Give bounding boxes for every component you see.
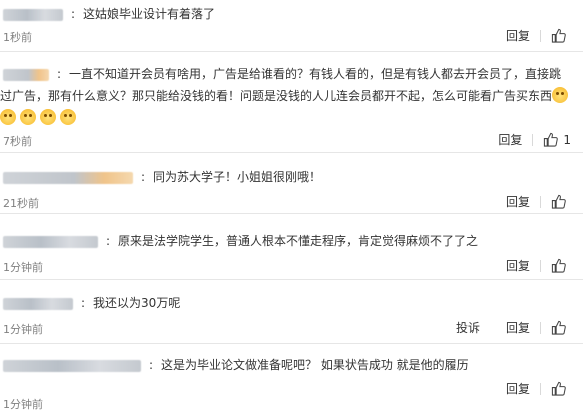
like-button[interactable] (551, 28, 571, 43)
username-blurred[interactable] (3, 297, 73, 310)
reply-button[interactable]: 回复 (506, 380, 530, 397)
laughing-emoji-icon (552, 87, 569, 103)
comment-item: : 同为苏大学子！小姐姐很刚哦！ 21秒前 回复 (0, 158, 583, 214)
action-divider (540, 195, 541, 208)
colon: : (149, 358, 154, 372)
colon: : (57, 67, 62, 81)
comment-item: : 这姑娘毕业设计有着落了 1秒前 回复 (0, 0, 583, 52)
thumbs-up-icon (544, 132, 559, 147)
thumbs-up-icon (551, 28, 566, 43)
username-blurred[interactable] (3, 68, 49, 81)
laughing-emoji-icon (0, 109, 16, 125)
comment-item: : 一直不知道开会员有啥用，广告是给谁看的？有钱人看的，但是有钱人都去开会员了，直… (0, 56, 583, 153)
like-button[interactable] (551, 194, 571, 209)
reply-button[interactable]: 回复 (506, 27, 530, 44)
reply-button[interactable]: 回复 (506, 257, 530, 274)
thumbs-up-icon (551, 194, 566, 209)
colon: : (106, 234, 111, 248)
reply-button[interactable]: 回复 (498, 131, 522, 148)
username-blurred[interactable] (3, 171, 133, 184)
comment-time: 1分钟前 (3, 261, 43, 274)
action-divider (540, 382, 541, 395)
username-blurred[interactable] (3, 8, 63, 21)
comment-text: 一直不知道开会员有啥用，广告是给谁看的？有钱人看的，但是有钱人都去开会员了，直接… (0, 67, 562, 103)
reply-button[interactable]: 回复 (506, 193, 530, 210)
comment-text: 这姑娘毕业设计有着落了 (83, 7, 216, 21)
like-button[interactable] (551, 320, 571, 335)
laughing-emoji-icon (40, 109, 56, 125)
action-divider (532, 133, 534, 146)
comment-item: : 这是为毕业论文做准备呢吧？ 如果状告成功 就是他的履历 回复 1分钟前 (0, 348, 583, 411)
action-divider (540, 29, 541, 42)
username-blurred[interactable] (3, 359, 141, 372)
reply-button[interactable]: 回复 (506, 319, 530, 336)
like-button[interactable] (551, 258, 571, 273)
comment-time: 1分钟前 (3, 398, 43, 411)
comment-item: : 原来是法学院学生，普通人根本不懂走程序，肯定觉得麻烦不了了之 1分钟前 回复 (0, 222, 583, 280)
comment-item: : 我还以为30万呢 1分钟前 投诉 回复 (0, 286, 583, 344)
username-blurred[interactable] (3, 235, 98, 248)
colon: : (81, 296, 86, 310)
comment-text: 同为苏大学子！小姐姐很刚哦！ (153, 170, 322, 184)
comment-time: 1秒前 (3, 31, 32, 44)
thumbs-up-icon (551, 258, 566, 273)
report-button[interactable]: 投诉 (456, 319, 480, 336)
like-button[interactable] (551, 381, 571, 396)
laughing-emoji-icon (60, 109, 76, 125)
comment-time: 1分钟前 (3, 323, 43, 336)
action-divider (540, 321, 541, 334)
like-count: 1 (563, 132, 571, 147)
comment-text: 这是为毕业论文做准备呢吧？ 如果状告成功 就是他的履历 (161, 358, 469, 372)
action-divider (540, 259, 541, 272)
laughing-emoji-icon (20, 109, 36, 125)
like-button[interactable]: 1 (543, 132, 571, 147)
comment-time: 21秒前 (3, 197, 39, 210)
thumbs-up-icon (551, 381, 566, 396)
comment-list: : 这姑娘毕业设计有着落了 1秒前 回复 : 一直不知道开会员有啥用，广告是给谁看的… (0, 0, 583, 411)
thumbs-up-icon (551, 320, 566, 335)
comment-text: 我还以为30万呢 (93, 296, 181, 310)
comment-time: 7秒前 (3, 135, 32, 148)
colon: : (141, 170, 146, 184)
comment-text: 原来是法学院学生，普通人根本不懂走程序，肯定觉得麻烦不了了之 (118, 234, 479, 248)
colon: : (71, 7, 76, 21)
